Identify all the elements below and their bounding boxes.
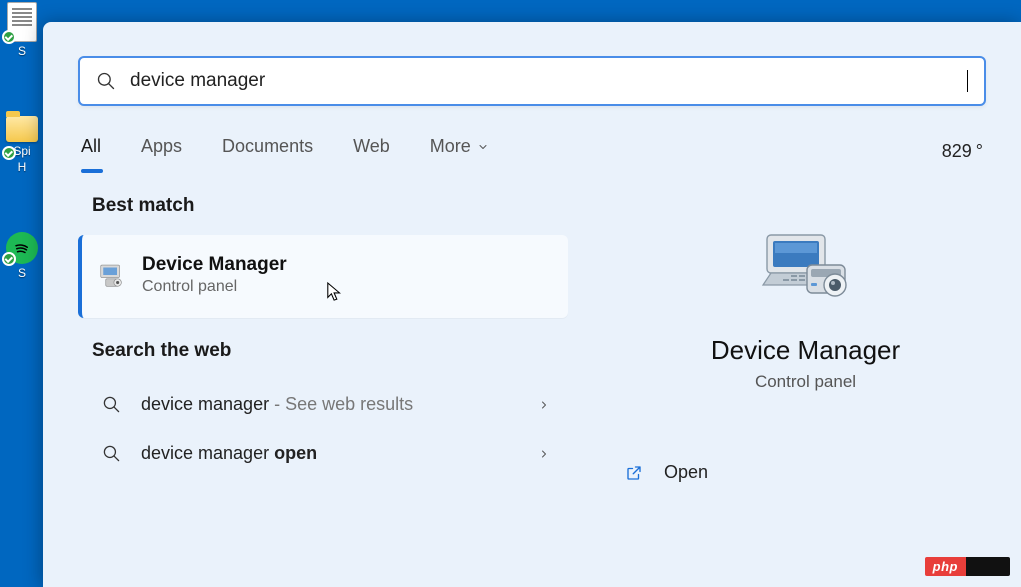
folder-icon <box>6 116 38 142</box>
chevron-right-icon <box>538 446 550 462</box>
preview-actions: Open <box>590 454 1021 491</box>
tab-documents[interactable]: Documents <box>222 136 313 167</box>
best-match-title: Device Manager <box>142 254 287 276</box>
chevron-down-icon <box>477 141 489 153</box>
desktop-icon-file[interactable]: S <box>4 2 40 58</box>
search-icon <box>96 71 116 91</box>
open-action-label: Open <box>664 462 708 483</box>
web-result-text: device manager open <box>141 443 518 464</box>
watermark: php <box>925 557 1010 576</box>
preview-pane: Device Manager Control panel Open <box>590 195 1021 587</box>
watermark-bar <box>966 557 1010 576</box>
tab-web[interactable]: Web <box>353 136 390 167</box>
desktop-background: S Spi H S All Apps Documents <box>0 0 1021 587</box>
search-icon <box>102 444 121 463</box>
search-web-heading: Search the web <box>92 340 568 362</box>
desktop-icon-folder[interactable]: Spi H <box>4 116 40 174</box>
best-match-result[interactable]: Device Manager Control panel <box>78 235 568 318</box>
tab-apps[interactable]: Apps <box>141 136 182 167</box>
search-box[interactable] <box>78 56 986 106</box>
chevron-right-icon <box>538 397 550 413</box>
desktop-icon-spotify[interactable]: S <box>4 232 40 280</box>
start-search-panel: All Apps Documents Web More 829 ° Best m… <box>43 22 1021 587</box>
results-column: Best match Device Manager Control panel … <box>78 195 568 587</box>
desktop-icon-label: H <box>18 160 27 174</box>
web-result[interactable]: device manager - See web results <box>78 380 568 429</box>
sync-badge-icon <box>2 30 16 44</box>
open-external-icon <box>624 463 644 483</box>
web-result-text: device manager - See web results <box>141 394 518 415</box>
desktop-icon-label: S <box>18 266 26 280</box>
tab-all[interactable]: All <box>81 136 101 167</box>
sync-badge-icon <box>2 252 16 266</box>
filter-tabs: All Apps Documents Web More 829 ° <box>43 106 1021 167</box>
search-input[interactable] <box>130 70 959 92</box>
preview-title: Device Manager <box>711 335 900 366</box>
header-number: 829 <box>942 141 972 162</box>
degree-icon: ° <box>976 141 983 162</box>
open-action[interactable]: Open <box>620 454 1021 491</box>
best-match-heading: Best match <box>92 195 568 217</box>
device-manager-large-icon <box>761 231 851 311</box>
device-manager-icon <box>96 259 128 291</box>
preview-subtitle: Control panel <box>755 372 856 392</box>
text-caret <box>967 70 968 92</box>
watermark-text: php <box>925 557 966 576</box>
desktop-icon-label: S <box>18 44 26 58</box>
web-result[interactable]: device manager open <box>78 429 568 478</box>
best-match-subtitle: Control panel <box>142 278 287 296</box>
search-bar-container <box>43 22 1021 106</box>
tab-more-label: More <box>430 136 471 157</box>
search-icon <box>102 395 121 414</box>
cursor-pointer-icon <box>326 281 344 303</box>
desktop-icons-column: S Spi H S <box>4 0 44 280</box>
tab-more[interactable]: More <box>430 136 489 167</box>
sync-badge-icon <box>2 146 16 160</box>
